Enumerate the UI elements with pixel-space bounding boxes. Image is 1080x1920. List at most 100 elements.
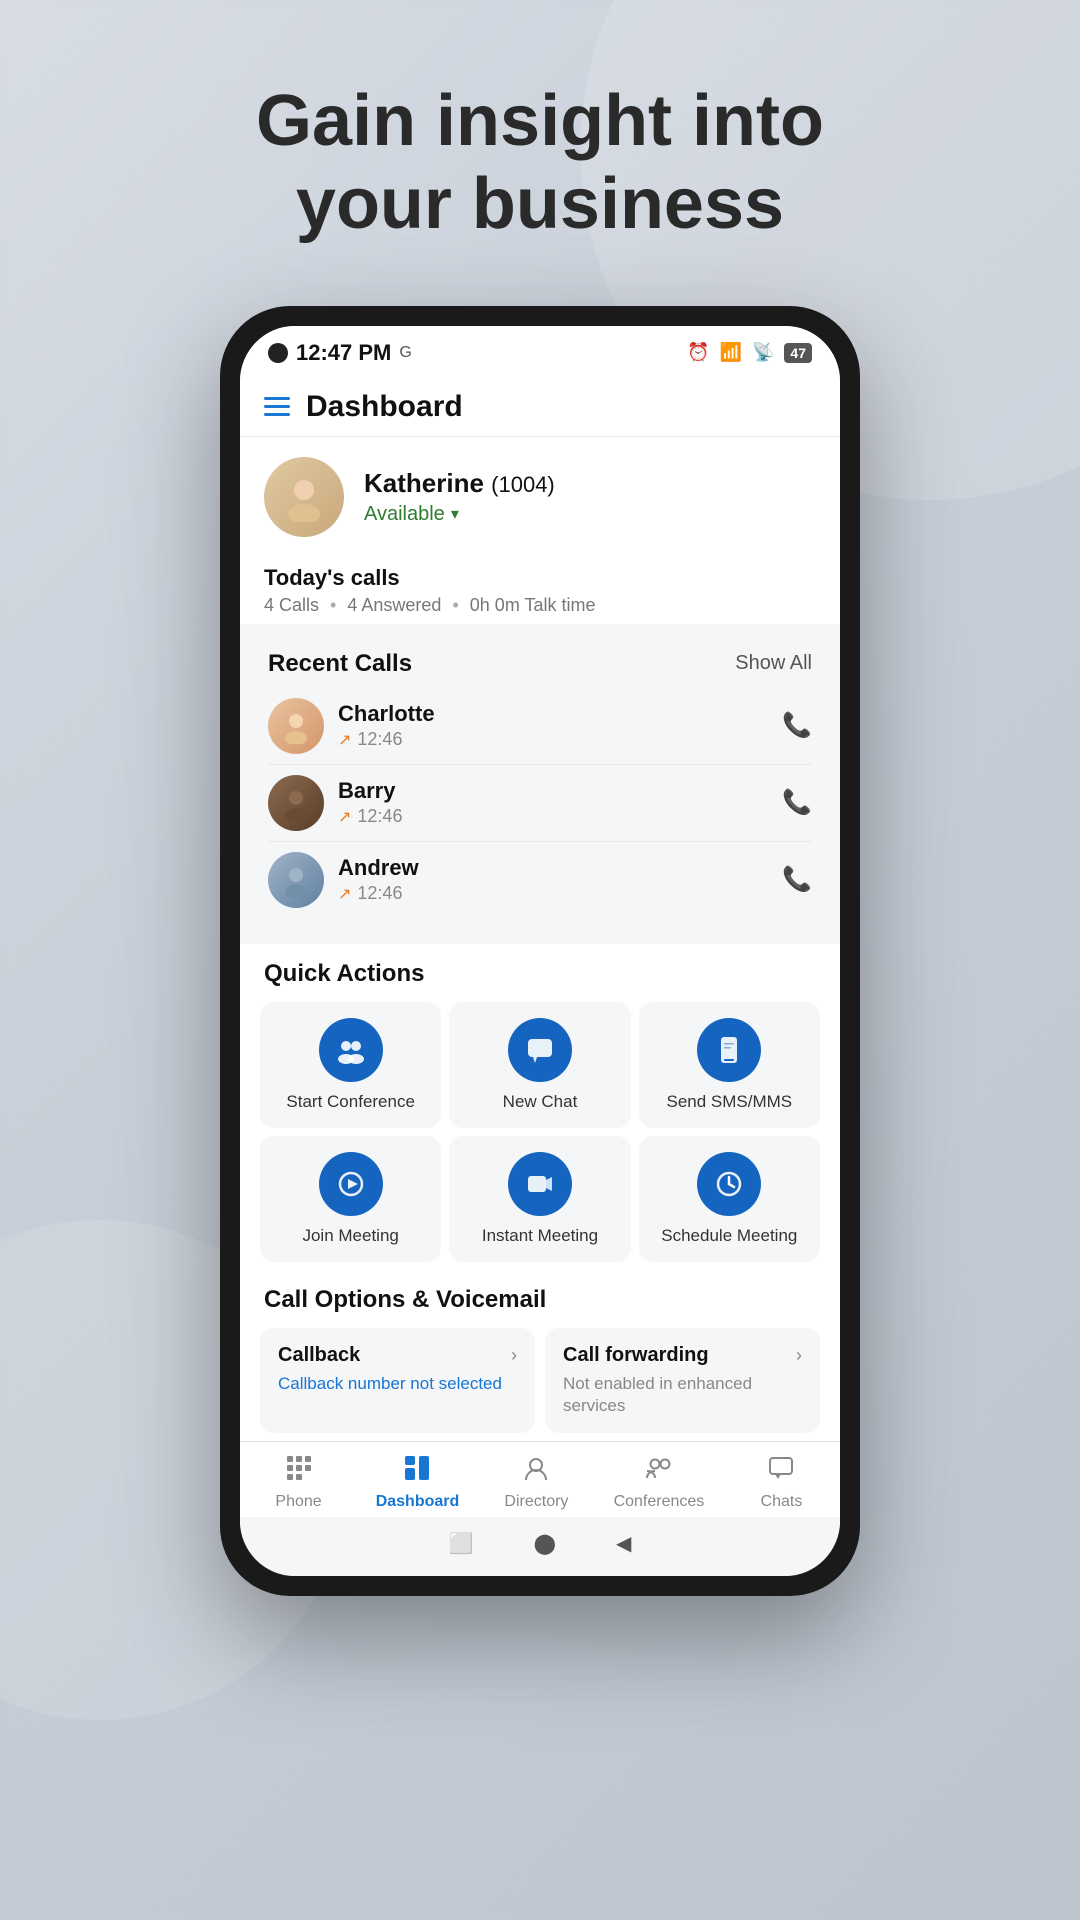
qa-schedule-meeting[interactable]: Schedule Meeting (639, 1136, 820, 1262)
co-callback-chevron: › (511, 1345, 517, 1366)
call-time-charlotte: 12:46 (357, 729, 402, 750)
phone-nav-icon (285, 1454, 313, 1489)
call-avatar-andrew (268, 852, 324, 908)
start-conference-label: Start Conference (286, 1092, 415, 1112)
call-name-barry: Barry (338, 778, 768, 804)
qa-new-chat[interactable]: New Chat (449, 1002, 630, 1128)
quick-actions-title: Quick Actions (256, 960, 824, 988)
qa-start-conference[interactable]: Start Conference (260, 1002, 441, 1128)
call-button-charlotte[interactable]: 📞 (782, 711, 812, 740)
co-callback-title: Callback (278, 1344, 360, 1367)
send-sms-label: Send SMS/MMS (666, 1092, 792, 1112)
profile-name: Katherine (1004) (364, 468, 555, 499)
headline-line1: Gain insight into (256, 81, 824, 161)
phone-screen: 12:47 PM G ⏰ 📶 📡 47 Dashboard (240, 326, 840, 1576)
todays-calls-section: Today's calls 4 Calls • 4 Answered • 0h … (240, 553, 840, 624)
co-forwarding-chevron: › (796, 1345, 802, 1366)
status-time: 12:47 PM (296, 340, 391, 366)
call-options-title: Call Options & Voicemail (256, 1286, 824, 1314)
qa-send-sms[interactable]: Send SMS/MMS (639, 1002, 820, 1128)
call-avatar-barry (268, 775, 324, 831)
co-call-forwarding[interactable]: Call forwarding › Not enabled in enhance… (545, 1328, 820, 1433)
signal-icon: 📶 (720, 342, 742, 363)
call-options-grid: Callback › Callback number not selected … (256, 1328, 824, 1433)
android-nav-bar: ⬜ ⬤ ◀ (240, 1517, 840, 1576)
call-item-andrew: Andrew ↗ 12:46 📞 (268, 842, 812, 918)
join-meeting-icon (319, 1152, 383, 1216)
schedule-meeting-label: Schedule Meeting (661, 1226, 797, 1246)
recent-calls-section: Recent Calls Show All Charlotte ↗ 12:46 … (248, 634, 832, 934)
schedule-meeting-icon (697, 1152, 761, 1216)
qa-join-meeting[interactable]: Join Meeting (260, 1136, 441, 1262)
page-title: Dashboard (306, 390, 463, 424)
call-name-charlotte: Charlotte (338, 701, 768, 727)
android-home-btn[interactable]: ⬤ (534, 1531, 556, 1556)
profile-status[interactable]: Available ▾ (364, 503, 555, 526)
menu-button[interactable] (264, 397, 290, 416)
co-callback[interactable]: Callback › Callback number not selected (260, 1328, 535, 1433)
new-chat-label: New Chat (503, 1092, 578, 1112)
nav-directory[interactable]: Directory (496, 1454, 576, 1511)
todays-calls-title: Today's calls (264, 565, 816, 591)
call-item-charlotte: Charlotte ↗ 12:46 📞 (268, 688, 812, 765)
call-item-barry: Barry ↗ 12:46 📞 (268, 765, 812, 842)
quick-actions-section: Quick Actions Start Conference New Chat (240, 944, 840, 1270)
battery-indicator: 47 (784, 343, 812, 363)
nav-phone[interactable]: Phone (259, 1454, 339, 1511)
quick-actions-grid: Start Conference New Chat Send SMS/MMS (256, 1002, 824, 1262)
co-callback-header: Callback › (278, 1344, 517, 1367)
call-info-charlotte: Charlotte ↗ 12:46 (338, 701, 768, 750)
headline-line2: your business (296, 164, 784, 244)
new-chat-icon (508, 1018, 572, 1082)
dashboard-nav-icon (403, 1454, 431, 1489)
nav-conferences[interactable]: Conferences (614, 1454, 705, 1511)
nav-chats[interactable]: Chats (741, 1454, 821, 1511)
call-avatar-charlotte (268, 698, 324, 754)
start-conference-icon (319, 1018, 383, 1082)
android-square-btn[interactable]: ⬜ (449, 1531, 474, 1556)
co-forwarding-header: Call forwarding › (563, 1344, 802, 1367)
avatar (264, 457, 344, 537)
call-button-andrew[interactable]: 📞 (782, 865, 812, 894)
app-header: Dashboard (240, 374, 840, 437)
headline: Gain insight into your business (256, 80, 824, 246)
co-forwarding-title: Call forwarding (563, 1344, 709, 1367)
call-type-icon-barry: ↗ (338, 807, 351, 827)
nav-directory-label: Directory (504, 1493, 568, 1511)
status-left: 12:47 PM G (268, 340, 412, 366)
profile-section: Katherine (1004) Available ▾ (240, 437, 840, 553)
camera-dot (268, 343, 288, 363)
nav-conferences-label: Conferences (614, 1493, 705, 1511)
chats-nav-icon (767, 1454, 795, 1489)
directory-nav-icon (522, 1454, 550, 1489)
call-type-icon-charlotte: ↗ (338, 730, 351, 750)
call-options-section: Call Options & Voicemail Callback › Call… (240, 1270, 840, 1441)
nav-phone-label: Phone (275, 1493, 321, 1511)
call-button-barry[interactable]: 📞 (782, 788, 812, 817)
conferences-nav-icon (645, 1454, 673, 1489)
call-time-barry: 12:46 (357, 806, 402, 827)
call-meta-barry: ↗ 12:46 (338, 806, 768, 827)
status-right: ⏰ 📶 📡 47 (687, 342, 812, 363)
qa-instant-meeting[interactable]: Instant Meeting (449, 1136, 630, 1262)
status-bar: 12:47 PM G ⏰ 📶 📡 47 (240, 326, 840, 374)
android-back-btn[interactable]: ◀ (616, 1531, 631, 1556)
chevron-down-icon: ▾ (451, 504, 459, 524)
call-info-andrew: Andrew ↗ 12:46 (338, 855, 768, 904)
recent-calls-header: Recent Calls Show All (268, 650, 812, 678)
instant-meeting-label: Instant Meeting (482, 1226, 598, 1246)
status-label: Available (364, 503, 445, 526)
send-sms-icon (697, 1018, 761, 1082)
show-all-button[interactable]: Show All (735, 652, 812, 675)
alarm-icon: ⏰ (687, 342, 709, 363)
recent-calls-title: Recent Calls (268, 650, 412, 678)
call-time-andrew: 12:46 (357, 883, 402, 904)
profile-info: Katherine (1004) Available ▾ (364, 468, 555, 526)
join-meeting-label: Join Meeting (302, 1226, 398, 1246)
call-meta-andrew: ↗ 12:46 (338, 883, 768, 904)
wifi-icon: 📡 (752, 342, 774, 363)
avatar-image (264, 457, 344, 537)
instant-meeting-icon (508, 1152, 572, 1216)
nav-dashboard[interactable]: Dashboard (376, 1454, 460, 1511)
g-icon: G (399, 344, 411, 362)
